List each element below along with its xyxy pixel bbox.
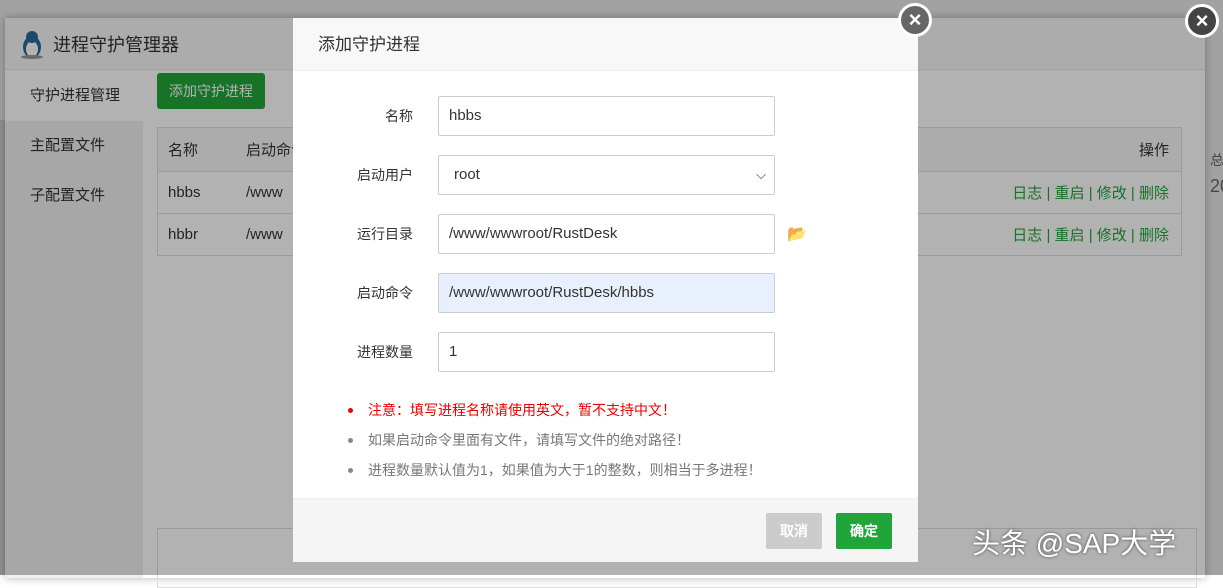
- chevron-down-icon: ⌵: [756, 167, 766, 182]
- user-select-value: root: [454, 166, 480, 183]
- field-label: 进程数量: [357, 344, 413, 360]
- field-count: 进程数量 1: [293, 332, 918, 372]
- field-name: 名称 hbbs: [293, 96, 918, 136]
- dialog-footer: 取消 确定: [293, 498, 918, 562]
- confirm-button[interactable]: 确定: [836, 513, 892, 549]
- field-label: 名称: [385, 108, 413, 124]
- process-count-input[interactable]: 1: [438, 332, 775, 372]
- field-label: 启动用户: [357, 167, 413, 183]
- user-select[interactable]: root ⌵: [438, 155, 775, 195]
- field-label: 运行目录: [357, 226, 413, 242]
- close-dialog-icon[interactable]: ×: [898, 3, 932, 37]
- tip: 进程数量默认值为1，如果值为大于1的整数，则相当于多进程！: [348, 455, 762, 485]
- command-input[interactable]: /www/wwwroot/RustDesk/hbbs: [438, 273, 775, 313]
- field-label: 启动命令: [357, 285, 413, 301]
- field-command: 启动命令 /www/wwwroot/RustDesk/hbbs: [293, 273, 918, 313]
- field-directory: 运行目录 /www/wwwroot/RustDesk 📂: [293, 214, 918, 254]
- tip-warning: 注意：填写进程名称请使用英文，暂不支持中文！: [348, 395, 762, 425]
- tips-list: 注意：填写进程名称请使用英文，暂不支持中文！ 如果启动命令里面有文件，请填写文件…: [348, 395, 762, 485]
- tip: 如果启动命令里面有文件，请填写文件的绝对路径！: [348, 425, 762, 455]
- watermark: 头条 @SAP大学: [972, 528, 1177, 559]
- dialog-title: 添加守护进程: [293, 18, 918, 71]
- add-daemon-dialog: 添加守护进程 名称 hbbs 启动用户 root ⌵ 运行目录 /www/wwwr…: [293, 18, 918, 562]
- close-window-icon[interactable]: ×: [1185, 4, 1219, 38]
- folder-open-icon[interactable]: 📂: [787, 224, 807, 244]
- cancel-button[interactable]: 取消: [766, 513, 822, 549]
- name-input[interactable]: hbbs: [438, 96, 775, 136]
- field-user: 启动用户 root ⌵: [293, 155, 918, 195]
- directory-input[interactable]: /www/wwwroot/RustDesk: [438, 214, 775, 254]
